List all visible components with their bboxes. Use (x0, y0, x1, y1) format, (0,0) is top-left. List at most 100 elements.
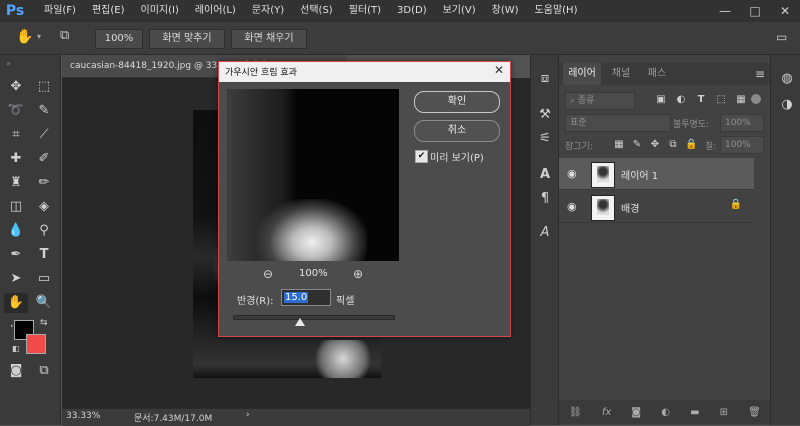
menu-image[interactable]: 이미지(I) (133, 0, 187, 22)
filter-toggle[interactable] (751, 94, 761, 104)
menu-file[interactable]: 파일(F) (36, 0, 84, 22)
scroll-all-windows-icon[interactable]: ⧉ (60, 28, 69, 43)
lock-image-icon[interactable]: ✎ (631, 139, 643, 151)
move-tool-icon[interactable]: ✥ (4, 77, 28, 97)
radius-label: 반경(R): (237, 296, 274, 307)
menu-type[interactable]: 문자(Y) (244, 0, 292, 22)
brush-tool-icon[interactable]: ✐ (32, 149, 56, 169)
lasso-tool-icon[interactable]: ➰ (4, 101, 28, 121)
menu-select[interactable]: 선택(S) (292, 0, 341, 22)
history-brush-icon[interactable]: ✏ (32, 173, 56, 193)
quick-select-tool-icon[interactable]: ✎ (32, 101, 56, 121)
shape-filter-icon[interactable]: ⬚ (715, 94, 727, 106)
path-select-icon[interactable]: ➤ (4, 269, 28, 289)
eyedropper-tool-icon[interactable]: ⟋ (32, 125, 56, 145)
fill-input[interactable]: 100% (720, 136, 764, 154)
color-panel-icon[interactable]: ◍ (777, 69, 797, 89)
layer-row[interactable]: ◉ 레이어 1 (559, 158, 754, 190)
menu-help[interactable]: 도움말(H) (527, 0, 586, 22)
swap-colors-icon[interactable]: ⇆ (40, 318, 48, 328)
close-icon[interactable]: ✕ (494, 63, 504, 77)
blur-tool-icon[interactable]: 💧 (4, 221, 28, 241)
background-color[interactable] (26, 334, 46, 354)
minimize-button[interactable]: — (710, 0, 740, 22)
layer-row[interactable]: ◉ 배경 🔒 (559, 191, 754, 223)
zoom-out-icon[interactable]: ⊖ (263, 267, 273, 281)
workspace-icon[interactable]: ▭ (776, 30, 787, 44)
blur-preview[interactable] (227, 89, 399, 261)
menu-edit[interactable]: 편집(E) (84, 0, 133, 22)
default-colors-icon[interactable]: ◧ (12, 344, 20, 353)
lock-artboard-icon[interactable]: ⧉ (667, 139, 679, 151)
lock-position-icon[interactable]: ✥ (649, 139, 661, 151)
quick-mask-icon[interactable]: ◙ (4, 361, 28, 381)
character-icon[interactable]: A (535, 165, 555, 185)
lock-transparent-icon[interactable]: ▦ (613, 139, 625, 151)
crop-tool-icon[interactable]: ⌗ (4, 125, 28, 145)
adjustments-panel-icon[interactable]: ◑ (777, 95, 797, 115)
fit-screen-button[interactable]: 화면 맞추기 (149, 29, 225, 49)
chevron-down-icon[interactable]: ▾ (37, 32, 41, 41)
preview-checkbox[interactable]: ✔ (415, 150, 428, 163)
zoom-tool-icon[interactable]: 🔍 (32, 293, 56, 313)
opacity-input[interactable]: 100% (720, 114, 764, 132)
screen-mode-icon[interactable]: ⧉ (32, 361, 56, 381)
zoom-100-button[interactable]: 100% (95, 29, 143, 49)
glyphs-icon[interactable]: A (535, 223, 555, 243)
menu-view[interactable]: 보기(V) (435, 0, 484, 22)
collapse-icon[interactable]: » (6, 59, 11, 68)
radius-slider[interactable] (233, 315, 395, 320)
adjust-icon[interactable]: ⚟ (535, 129, 555, 149)
maximize-button[interactable]: □ (740, 0, 770, 22)
lock-all-icon[interactable]: 🔒 (685, 139, 697, 151)
add-mask-icon[interactable]: ◙ (631, 407, 641, 418)
dialog-titlebar[interactable]: 가우시안 흐림 효과 ✕ (219, 62, 510, 82)
link-layers-icon[interactable]: ⛓ (569, 407, 582, 418)
fill-screen-button[interactable]: 화면 채우기 (231, 29, 307, 49)
menu-window[interactable]: 창(W) (484, 0, 527, 22)
brush-settings-icon[interactable]: ⚒ (535, 105, 555, 125)
eraser-tool-icon[interactable]: ◫ (4, 197, 28, 217)
healing-brush-icon[interactable]: ✚ (4, 149, 28, 169)
type-filter-icon[interactable]: T (695, 94, 707, 106)
ok-button[interactable]: 확인 (414, 91, 500, 113)
cancel-button[interactable]: 취소 (414, 120, 500, 142)
radius-slider-handle[interactable] (295, 318, 305, 326)
menu-filter[interactable]: 필터(T) (341, 0, 389, 22)
adjustment-filter-icon[interactable]: ◐ (675, 94, 687, 106)
visibility-eye-icon[interactable]: ◉ (567, 167, 577, 180)
dodge-tool-icon[interactable]: ⚲ (32, 221, 56, 241)
fx-icon[interactable]: fx (602, 407, 611, 418)
type-tool-icon[interactable]: T (32, 245, 56, 265)
status-menu-icon[interactable]: › (246, 410, 250, 420)
blend-mode-select[interactable]: 표준 (565, 114, 671, 132)
zoom-status[interactable]: 33.33% (66, 411, 100, 421)
tab-layers[interactable]: 레이어 (563, 63, 601, 85)
panel-menu-icon[interactable]: ≡ (755, 67, 765, 81)
radius-input[interactable]: 15.0 (281, 289, 331, 306)
history-icon[interactable]: ⧈ (535, 69, 555, 89)
smart-object-filter-icon[interactable]: ▦ (735, 94, 747, 106)
adjustment-layer-icon[interactable]: ◐ (661, 407, 670, 418)
close-button[interactable]: ✕ (770, 0, 800, 22)
pen-tool-icon[interactable]: ✒ (4, 245, 28, 265)
paint-bucket-icon[interactable]: ◈ (32, 197, 56, 217)
layer-filter-select[interactable]: ⌕ 종류 (565, 92, 635, 110)
tools-panel: » ✥ ⬚ ➰ ✎ ⌗ ⟋ ✚ ✐ ♜ ✏ ◫ ◈ 💧 ⚲ ✒ T ➤ ▭ ✋ … (0, 55, 61, 425)
tab-channels[interactable]: 채널 (605, 63, 637, 85)
zoom-in-icon[interactable]: ⊕ (353, 267, 363, 281)
delete-layer-icon[interactable]: 🗑 (748, 407, 761, 418)
new-layer-icon[interactable]: ⊞ (720, 407, 728, 418)
menu-layer[interactable]: 레이어(L) (187, 0, 244, 22)
paragraph-icon[interactable]: ¶ (535, 189, 555, 209)
hand-tool-icon[interactable]: ✋ (16, 29, 33, 45)
clone-stamp-icon[interactable]: ♜ (4, 173, 28, 193)
tab-paths[interactable]: 패스 (641, 63, 673, 85)
hand-tool-icon[interactable]: ✋ (4, 293, 28, 313)
pixel-filter-icon[interactable]: ▣ (655, 94, 667, 106)
menu-3d[interactable]: 3D(D) (389, 0, 435, 22)
visibility-eye-icon[interactable]: ◉ (567, 200, 577, 213)
new-group-icon[interactable]: ▬ (690, 407, 699, 418)
marquee-tool-icon[interactable]: ⬚ (32, 77, 56, 97)
rectangle-tool-icon[interactable]: ▭ (32, 269, 56, 289)
